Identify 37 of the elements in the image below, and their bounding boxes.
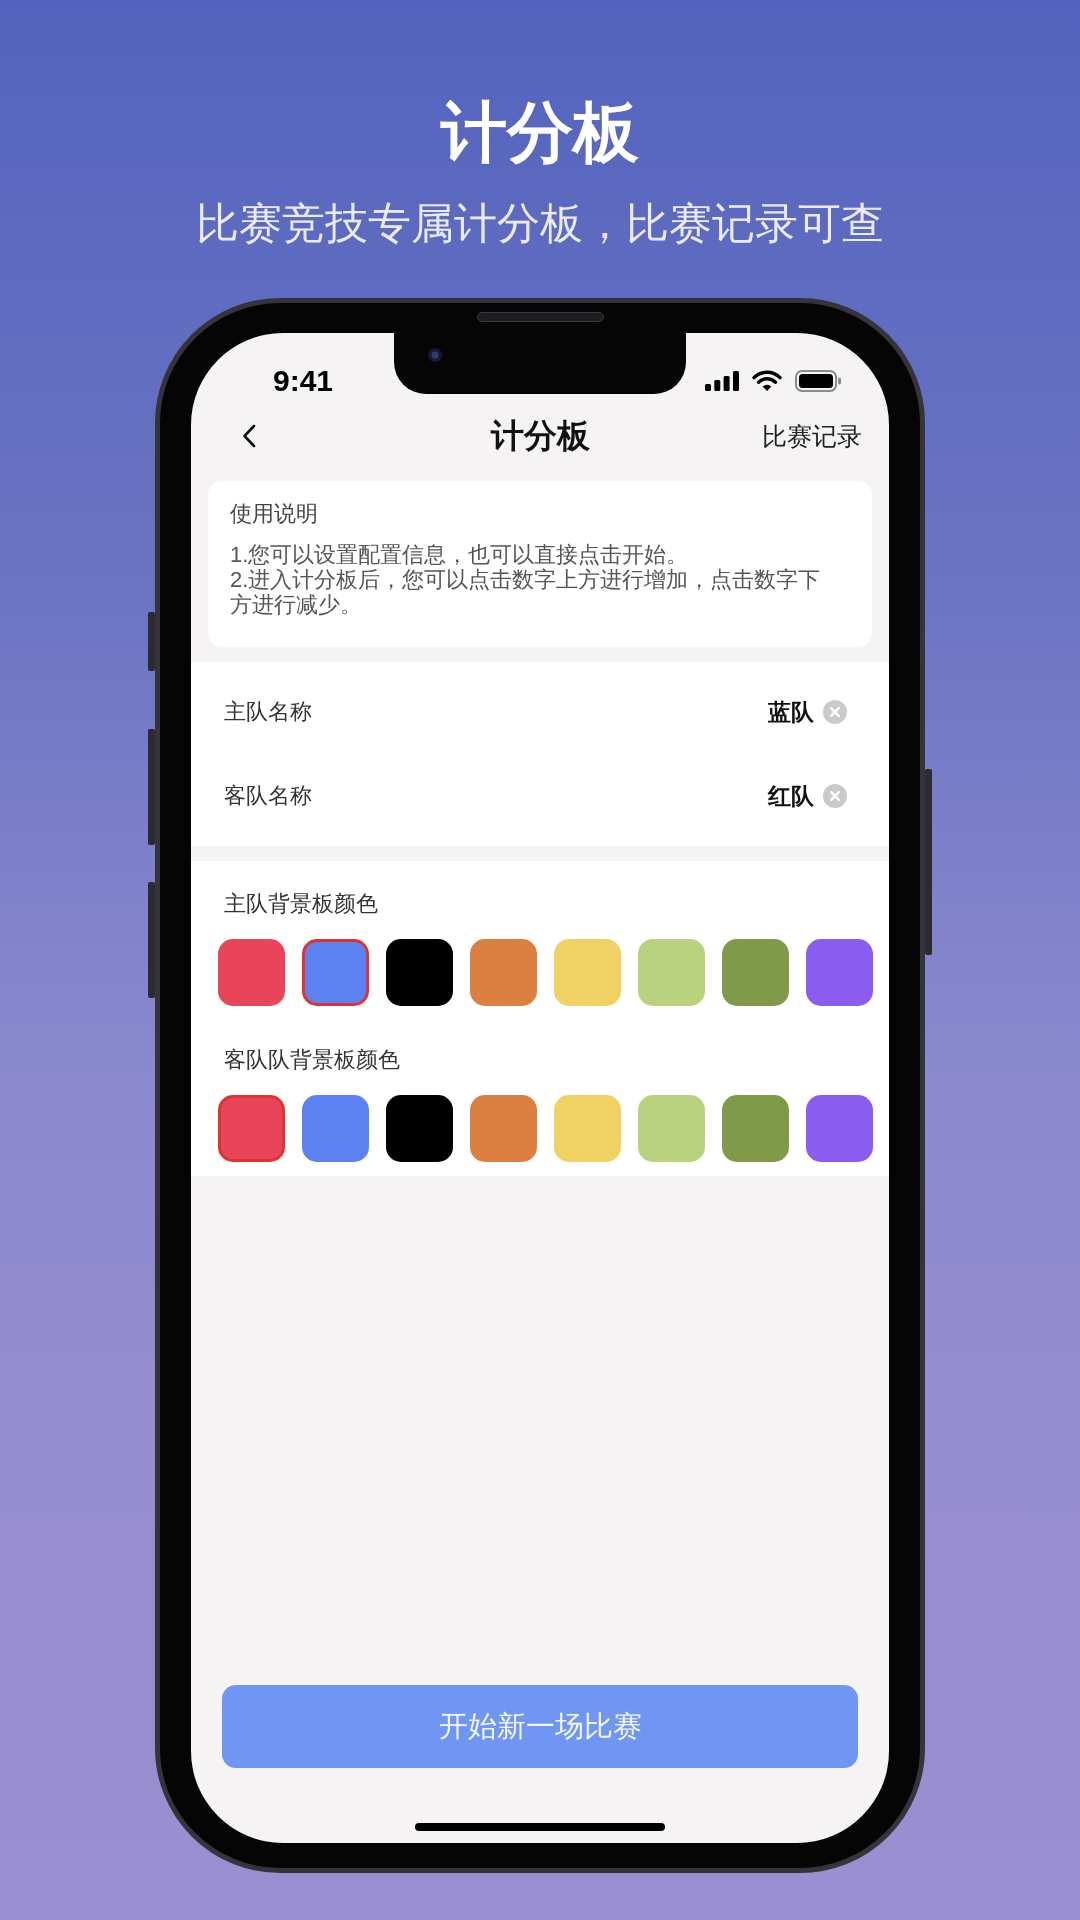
- color-swatch[interactable]: [806, 938, 873, 1006]
- battery-icon: [795, 370, 841, 392]
- section-label: 主队背景板颜色: [224, 889, 378, 918]
- promo-subtitle: 比赛竞技专属计分板，比赛记录可查: [196, 198, 884, 249]
- color-swatch[interactable]: [470, 938, 537, 1006]
- color-swatch[interactable]: [554, 938, 621, 1006]
- color-swatch[interactable]: [470, 1094, 537, 1162]
- color-swatch[interactable]: [386, 938, 453, 1006]
- back-icon[interactable]: [242, 424, 256, 448]
- color-swatch[interactable]: [386, 1094, 453, 1162]
- field-label: 客队名称: [224, 781, 312, 810]
- camera-lens-icon: [428, 348, 442, 362]
- clear-icon[interactable]: [823, 699, 847, 724]
- signal-icon: [705, 371, 739, 391]
- field-label: 主队名称: [224, 697, 312, 726]
- wifi-icon: [752, 370, 782, 392]
- promo-title: 计分板: [441, 94, 639, 171]
- color-swatch[interactable]: [218, 938, 285, 1006]
- color-swatch[interactable]: [722, 1094, 789, 1162]
- instructions-title: 使用说明: [230, 500, 318, 528]
- color-swatch[interactable]: [722, 938, 789, 1006]
- color-swatch[interactable]: [806, 1094, 873, 1162]
- color-swatch[interactable]: [638, 1094, 705, 1162]
- team-name-input[interactable]: 红队: [768, 780, 814, 811]
- nav-title: 计分板: [490, 416, 590, 456]
- clear-icon[interactable]: [823, 783, 847, 808]
- history-link[interactable]: 比赛记录: [762, 420, 862, 452]
- color-swatch[interactable]: [302, 938, 369, 1006]
- color-swatch[interactable]: [302, 1094, 369, 1162]
- instruction-text: 1.您可以设置配置信息，也可以直接点击开始。: [230, 541, 690, 567]
- team-name-input[interactable]: 蓝队: [768, 696, 814, 727]
- color-swatch[interactable]: [218, 1094, 285, 1162]
- instruction-text: 2.进入计分板后，您可以点击数字上方进行增加，点击数字下方进行减少。: [230, 566, 822, 617]
- color-swatch[interactable]: [554, 1094, 621, 1162]
- status-time: 9:41: [273, 363, 334, 399]
- section-label: 客队队背景板颜色: [224, 1045, 400, 1074]
- color-swatch[interactable]: [638, 938, 705, 1006]
